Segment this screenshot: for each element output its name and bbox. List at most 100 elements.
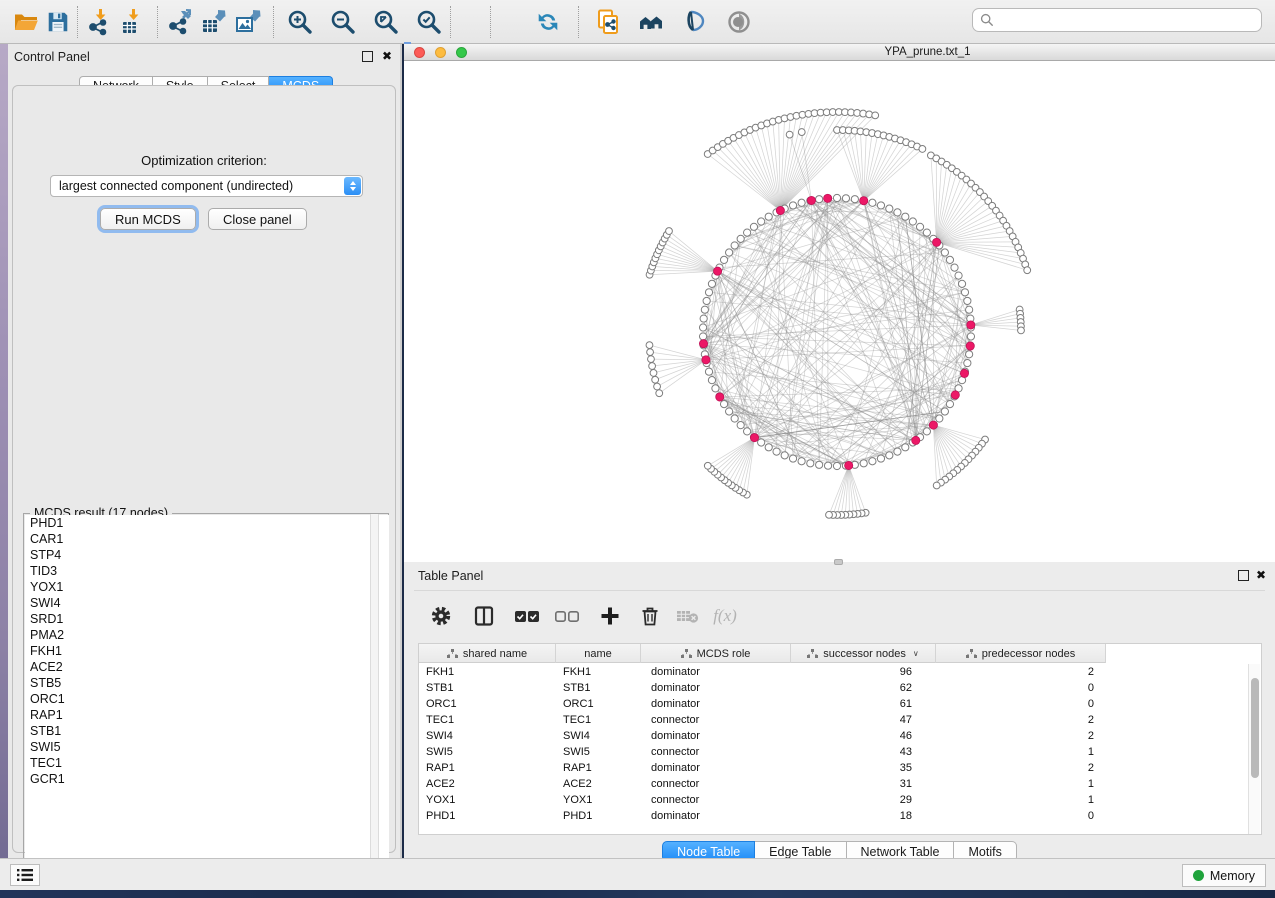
table-row[interactable]: ACE2ACE2connector311 bbox=[419, 776, 1261, 792]
search-box bbox=[972, 8, 1262, 32]
mcds-result-item[interactable]: ACE2 bbox=[25, 659, 389, 675]
splitter-handle[interactable] bbox=[834, 559, 843, 565]
table-cell: 31 bbox=[791, 776, 936, 792]
export-table-icon bbox=[200, 8, 228, 36]
zoom-selected-icon bbox=[415, 8, 443, 36]
graphics-details-button[interactable] bbox=[680, 7, 712, 37]
mcds-result-item[interactable]: CAR1 bbox=[25, 531, 389, 547]
mcds-result-item[interactable]: SWI4 bbox=[25, 595, 389, 611]
zoom-fit-button[interactable] bbox=[370, 7, 402, 37]
table-cell: 1 bbox=[936, 776, 1106, 792]
table-scrollbar[interactable] bbox=[1248, 664, 1260, 835]
import-table-button[interactable] bbox=[117, 7, 149, 37]
mcds-result-item[interactable]: FKH1 bbox=[25, 643, 389, 659]
select-stepper-icon bbox=[344, 177, 361, 195]
first-neighbors-button[interactable] bbox=[636, 7, 668, 37]
table-cell: 0 bbox=[936, 696, 1106, 712]
table-row[interactable]: TEC1TEC1connector472 bbox=[419, 712, 1261, 728]
zoom-in-button[interactable] bbox=[284, 7, 316, 37]
delete-columns-button[interactable] bbox=[635, 601, 665, 631]
table-row[interactable]: PHD1PHD1dominator180 bbox=[419, 808, 1261, 824]
float-panel-icon[interactable] bbox=[362, 51, 373, 62]
window-maximize-icon[interactable] bbox=[456, 47, 467, 58]
column-header-shared-name[interactable]: shared name bbox=[419, 644, 556, 663]
export-image-button[interactable] bbox=[232, 7, 264, 37]
mcds-result-item[interactable]: SWI5 bbox=[25, 739, 389, 755]
window-minimize-icon[interactable] bbox=[435, 47, 446, 58]
export-network-icon bbox=[166, 8, 194, 36]
mcds-list-scrollbar[interactable] bbox=[370, 514, 379, 875]
close-panel-icon[interactable]: ✖ bbox=[1256, 568, 1266, 582]
unselect-all-button[interactable] bbox=[552, 601, 582, 631]
zoom-out-button[interactable] bbox=[327, 7, 359, 37]
mcds-result-item[interactable]: ORC1 bbox=[25, 691, 389, 707]
memory-button[interactable]: Memory bbox=[1182, 864, 1266, 887]
mcds-result-item[interactable]: YOX1 bbox=[25, 579, 389, 595]
table-cell: 2 bbox=[936, 760, 1106, 776]
table-settings-button[interactable] bbox=[426, 601, 456, 631]
mcds-result-item[interactable]: PMA2 bbox=[25, 627, 389, 643]
table-row[interactable]: STB1STB1dominator620 bbox=[419, 680, 1261, 696]
create-column-button[interactable] bbox=[595, 601, 625, 631]
control-panel-title: Control Panel bbox=[14, 50, 90, 64]
table-cell: RAP1 bbox=[419, 760, 556, 776]
mcds-result-list[interactable]: PHD1CAR1STP4TID3YOX1SWI4SRD1PMA2FKH1ACE2… bbox=[25, 515, 389, 876]
table-row[interactable]: ORC1ORC1dominator610 bbox=[419, 696, 1261, 712]
close-panel-button[interactable]: Close panel bbox=[208, 208, 307, 230]
task-history-button[interactable] bbox=[10, 864, 40, 886]
close-panel-icon[interactable]: ✖ bbox=[382, 49, 392, 63]
network-canvas[interactable] bbox=[404, 61, 1273, 560]
list-icon bbox=[16, 868, 34, 882]
function-icon: f(x) bbox=[713, 606, 737, 626]
save-session-button[interactable] bbox=[42, 7, 74, 37]
main-toolbar bbox=[0, 0, 1275, 44]
table-row[interactable]: SWI4SWI4dominator462 bbox=[419, 728, 1261, 744]
refresh-button[interactable] bbox=[532, 7, 564, 37]
table-cell: 0 bbox=[936, 680, 1106, 696]
column-header-predecessor-nodes[interactable]: predecessor nodes bbox=[936, 644, 1106, 663]
table-row[interactable]: YOX1YOX1connector291 bbox=[419, 792, 1261, 808]
column-header-name[interactable]: name bbox=[556, 644, 641, 663]
run-mcds-button[interactable]: Run MCDS bbox=[100, 208, 196, 230]
table-row[interactable]: SWI5SWI5connector431 bbox=[419, 744, 1261, 760]
mcds-result-item[interactable]: RAP1 bbox=[25, 707, 389, 723]
column-header-MCDS-role[interactable]: MCDS role bbox=[641, 644, 791, 663]
mcds-result-item[interactable]: TEC1 bbox=[25, 755, 389, 771]
import-network-icon bbox=[86, 8, 114, 36]
select-all-button[interactable] bbox=[512, 601, 542, 631]
search-icon bbox=[980, 13, 994, 27]
toolbar-separator bbox=[490, 6, 491, 38]
mcds-result-item[interactable]: GCR1 bbox=[25, 771, 389, 787]
column-header-successor-nodes[interactable]: successor nodes∨ bbox=[791, 644, 936, 663]
table-cell: 1 bbox=[936, 792, 1106, 808]
export-table-button[interactable] bbox=[198, 7, 230, 37]
table-row[interactable]: RAP1RAP1dominator352 bbox=[419, 760, 1261, 776]
table-row[interactable]: FKH1FKH1dominator962 bbox=[419, 664, 1261, 680]
mcds-result-item[interactable]: SRD1 bbox=[25, 611, 389, 627]
table-cell: YOX1 bbox=[556, 792, 641, 808]
export-network-button[interactable] bbox=[164, 7, 196, 37]
show-columns-button[interactable] bbox=[469, 601, 499, 631]
show-hide-button[interactable] bbox=[723, 7, 755, 37]
mcds-result-item[interactable]: PHD1 bbox=[25, 515, 389, 531]
open-file-button[interactable] bbox=[10, 7, 42, 37]
zoom-selected-button[interactable] bbox=[413, 7, 445, 37]
refresh-icon bbox=[534, 8, 562, 36]
network-window-titlebar[interactable]: YPA_prune.txt_1 bbox=[404, 44, 1275, 61]
search-input[interactable] bbox=[999, 13, 1254, 27]
function-builder-button[interactable]: f(x) bbox=[710, 601, 740, 631]
table-cell: STB1 bbox=[419, 680, 556, 696]
graphics-details-icon bbox=[682, 8, 710, 36]
mcds-result-item[interactable]: TID3 bbox=[25, 563, 389, 579]
mcds-result-item[interactable]: STP4 bbox=[25, 547, 389, 563]
float-panel-icon[interactable] bbox=[1238, 570, 1249, 581]
window-close-icon[interactable] bbox=[414, 47, 425, 58]
clone-network-button[interactable] bbox=[592, 7, 624, 37]
import-network-button[interactable] bbox=[84, 7, 116, 37]
delete-table-button[interactable] bbox=[673, 601, 703, 631]
columns-icon bbox=[473, 605, 495, 627]
optimization-criterion-select[interactable]: largest connected component (undirected) bbox=[50, 175, 363, 197]
mcds-result-item[interactable]: STB1 bbox=[25, 723, 389, 739]
mcds-result-item[interactable]: STB5 bbox=[25, 675, 389, 691]
scrollbar-thumb[interactable] bbox=[1251, 678, 1259, 778]
